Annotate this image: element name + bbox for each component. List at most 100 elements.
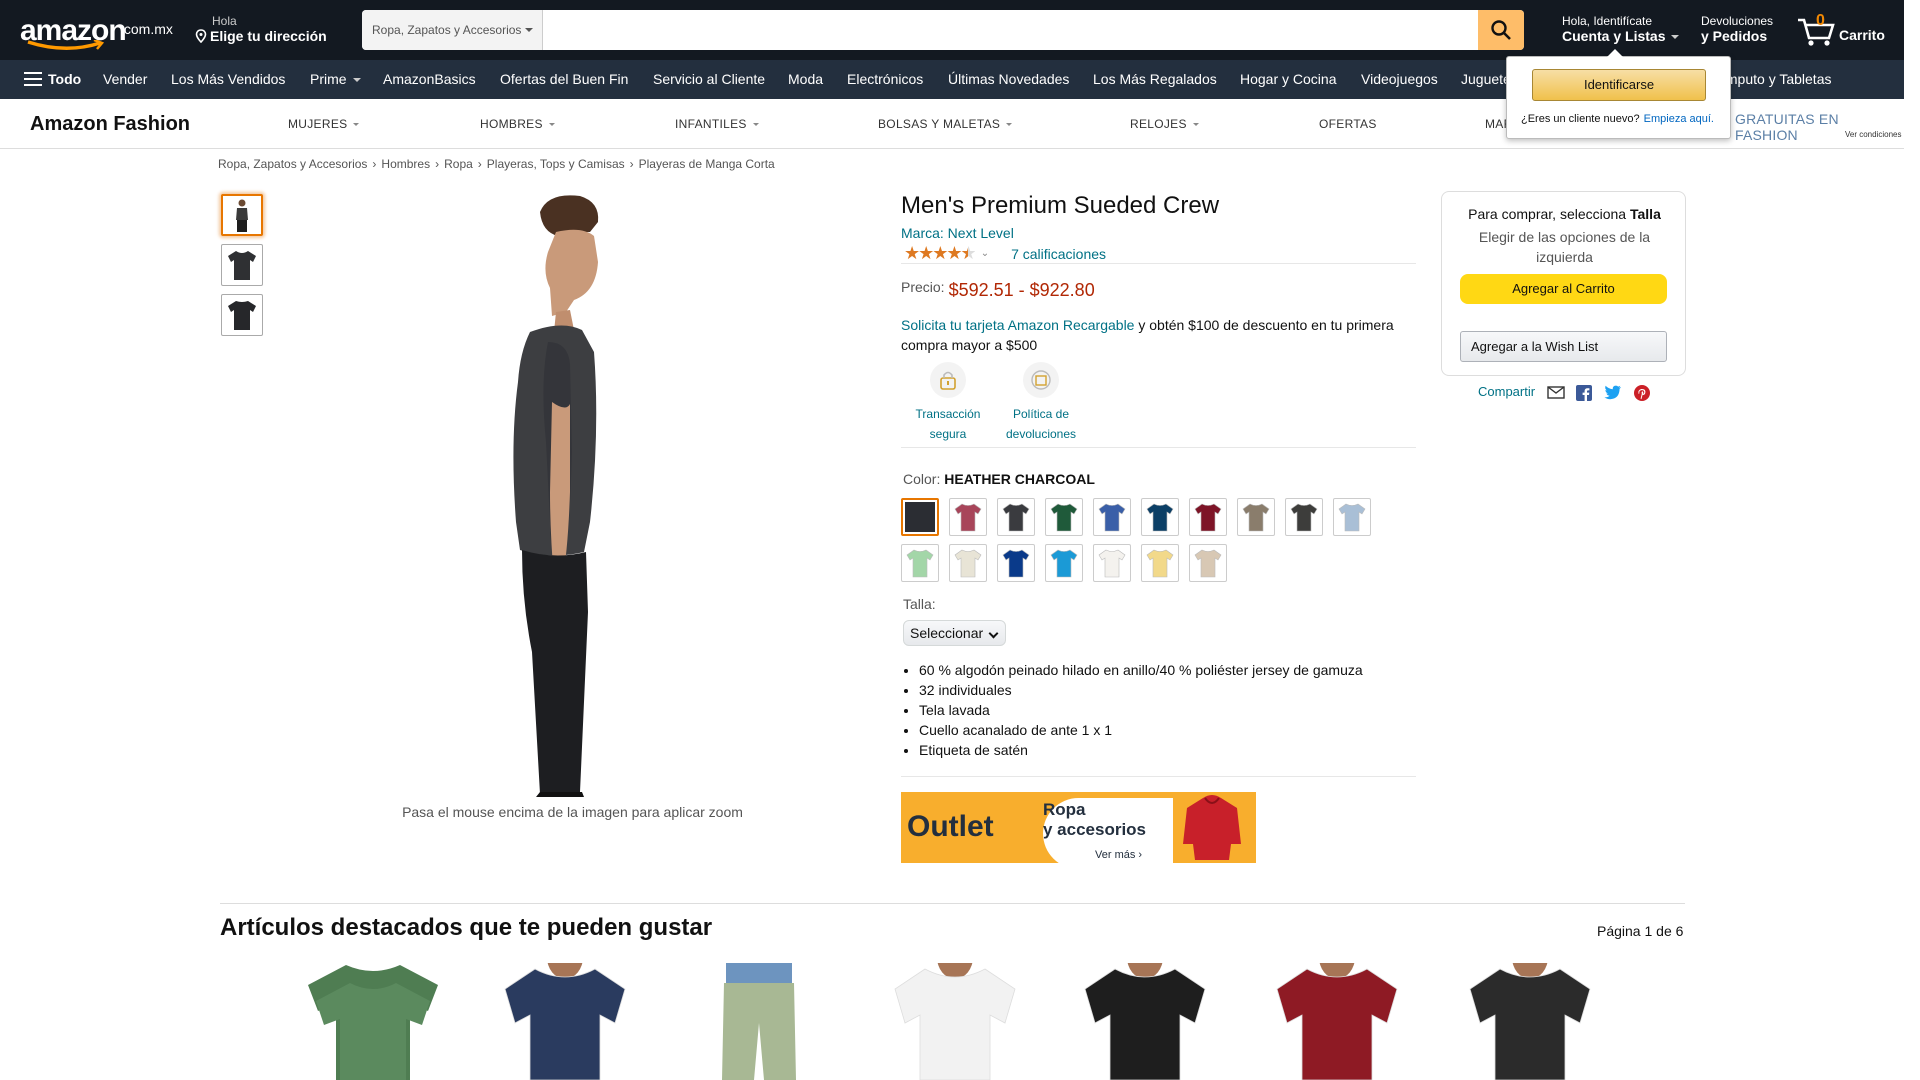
twitter-icon[interactable]: [1604, 385, 1622, 400]
color-swatch[interactable]: [1045, 544, 1083, 582]
add-to-cart-button[interactable]: Agregar al Carrito: [1460, 274, 1667, 304]
start-here-link[interactable]: Empieza aquí.: [1644, 113, 1714, 125]
color-swatch[interactable]: [1141, 544, 1179, 582]
thumbnail-back[interactable]: [221, 294, 263, 336]
nav-item-hogar[interactable]: Hogar y Cocina: [1240, 60, 1337, 99]
breadcrumb-item[interactable]: Ropa: [444, 157, 473, 171]
nav-item-videojuegos[interactable]: Videojuegos: [1361, 60, 1438, 99]
color-swatch[interactable]: [1333, 498, 1371, 536]
deliver-address: Elige tu dirección: [210, 28, 327, 44]
email-icon[interactable]: [1547, 386, 1565, 399]
shirt-image: [1469, 963, 1591, 1080]
breadcrumb-item[interactable]: Ropa, Zapatos y Accesorios: [218, 157, 367, 171]
recommended-product[interactable]: [1262, 963, 1412, 1080]
recommended-product[interactable]: [490, 963, 640, 1080]
returns-orders[interactable]: Devoluciones y Pedidos: [1701, 14, 1773, 44]
credit-promo: Solicita tu tarjeta Amazon Recargable y …: [901, 315, 1416, 355]
feature-bullet: Tela lavada: [919, 700, 1363, 720]
size-select[interactable]: Seleccionar: [903, 620, 1006, 646]
breadcrumb-item[interactable]: Hombres: [381, 157, 430, 171]
nav-item-amazonbasics[interactable]: AmazonBasics: [383, 60, 476, 99]
search-input[interactable]: [543, 10, 1478, 50]
product-main-image[interactable]: [470, 192, 670, 797]
color-swatch[interactable]: [1093, 498, 1131, 536]
share-link[interactable]: Compartir: [1478, 384, 1535, 399]
signin-button[interactable]: Identificarse: [1532, 69, 1706, 101]
color-swatch[interactable]: [1237, 498, 1275, 536]
color-swatch[interactable]: [1141, 498, 1179, 536]
search-category-select[interactable]: Ropa, Zapatos y Accesorios: [362, 10, 543, 50]
fashion-promo-conditions[interactable]: Ver condiciones: [1845, 130, 1901, 139]
color-swatch[interactable]: [949, 544, 987, 582]
cart-button[interactable]: 0 Carrito: [1796, 12, 1892, 48]
nav-item-vender[interactable]: Vender: [103, 60, 147, 99]
color-swatch[interactable]: [1189, 498, 1227, 536]
account-lists[interactable]: Hola, Identifícate Cuenta y Listas: [1562, 14, 1680, 44]
logo-tld: .com.mx: [120, 21, 173, 37]
star-rating-icon[interactable]: ★★★★★: [904, 243, 977, 264]
secure-transaction-badge[interactable]: Transacción segura: [898, 362, 998, 444]
fashion-cat-bolsas[interactable]: BOLSAS Y MALETAS: [878, 117, 1013, 131]
color-swatch[interactable]: [901, 498, 939, 536]
recommended-product[interactable]: [684, 963, 834, 1080]
color-swatch[interactable]: [1189, 544, 1227, 582]
fashion-cat-infantiles[interactable]: INFANTILES: [675, 117, 759, 131]
shirt-image: [504, 963, 626, 1080]
deliver-to[interactable]: Hola Elige tu dirección: [194, 14, 327, 44]
outlet-banner[interactable]: Outlet Ropa y accesorios Ver más ›: [901, 792, 1256, 863]
color-swatch[interactable]: [1285, 498, 1323, 536]
fashion-cat-mujeres[interactable]: MUJERES: [288, 117, 360, 131]
buybox-instruction-size: Talla: [1629, 206, 1661, 222]
credit-card-link[interactable]: Solicita tu tarjeta Amazon Recargable: [901, 317, 1134, 333]
product-title: Men's Premium Sueded Crew: [901, 192, 1220, 219]
nav-item-mas-vendidos[interactable]: Los Más Vendidos: [171, 60, 285, 99]
shirt-image: [894, 963, 1016, 1080]
search-button[interactable]: [1478, 10, 1524, 50]
brand-link[interactable]: Marca: Next Level: [901, 225, 1014, 241]
thumbnail-side-view[interactable]: [221, 194, 263, 236]
nav-item-regalados[interactable]: Los Más Regalados: [1093, 60, 1217, 99]
fashion-cat-hombres[interactable]: HOMBRES: [480, 117, 555, 131]
return-policy-badge[interactable]: Política de devoluciones: [991, 362, 1091, 444]
nav-item-buen-fin[interactable]: Ofertas del Buen Fin: [500, 60, 628, 99]
nav-item-moda[interactable]: Moda: [788, 60, 823, 99]
recommended-product[interactable]: [1455, 963, 1605, 1080]
price-label: Precio:: [901, 279, 945, 295]
color-swatch[interactable]: [949, 498, 987, 536]
return-box-icon: [1023, 362, 1059, 398]
color-swatch[interactable]: [1045, 498, 1083, 536]
deliver-greeting: Hola: [212, 14, 237, 28]
fashion-logo[interactable]: Amazon Fashion: [30, 113, 190, 136]
tshirt-icon: [1050, 503, 1078, 532]
breadcrumb-item[interactable]: Playeras de Manga Corta: [639, 157, 775, 171]
cart-count: 0: [1816, 12, 1825, 29]
cart-label: Carrito: [1839, 27, 1885, 43]
ratings-count-link[interactable]: 7 calificaciones: [1011, 246, 1106, 262]
tshirt-icon: [1098, 549, 1126, 578]
nav-item-novedades[interactable]: Últimas Novedades: [948, 60, 1069, 99]
breadcrumb-item[interactable]: Playeras, Tops y Camisas: [487, 157, 625, 171]
color-swatch[interactable]: [997, 498, 1035, 536]
color-swatch[interactable]: [997, 544, 1035, 582]
price-value: $592.51 - $922.80: [948, 280, 1095, 300]
fashion-cat-ofertas[interactable]: OFERTAS: [1319, 117, 1377, 131]
nav-item-prime[interactable]: Prime: [310, 60, 361, 99]
color-swatch[interactable]: [901, 544, 939, 582]
nav-item-electronicos[interactable]: Electrónicos: [847, 60, 923, 99]
fashion-cat-relojes[interactable]: RELOJES: [1130, 117, 1199, 131]
chevron-down-icon: [1671, 35, 1680, 39]
chevron-down-icon[interactable]: ⌄: [981, 248, 989, 259]
color-swatch[interactable]: [1093, 544, 1131, 582]
nav-item-servicio[interactable]: Servicio al Cliente: [653, 60, 765, 99]
thumbnail-front[interactable]: [221, 244, 263, 286]
chevron-down-icon: [1192, 123, 1199, 126]
pinterest-icon[interactable]: [1633, 384, 1650, 401]
facebook-icon[interactable]: [1576, 384, 1593, 401]
recommended-product[interactable]: [298, 963, 448, 1080]
amazon-logo[interactable]: amazon .com.mx: [20, 12, 178, 50]
recommended-product[interactable]: [880, 963, 1030, 1080]
add-to-wishlist-button[interactable]: Agregar a la Wish List: [1460, 331, 1667, 362]
nav-all-menu[interactable]: Todo: [24, 60, 81, 99]
recommended-product[interactable]: [1070, 963, 1220, 1080]
account-label: Cuenta y Listas: [1562, 28, 1666, 44]
